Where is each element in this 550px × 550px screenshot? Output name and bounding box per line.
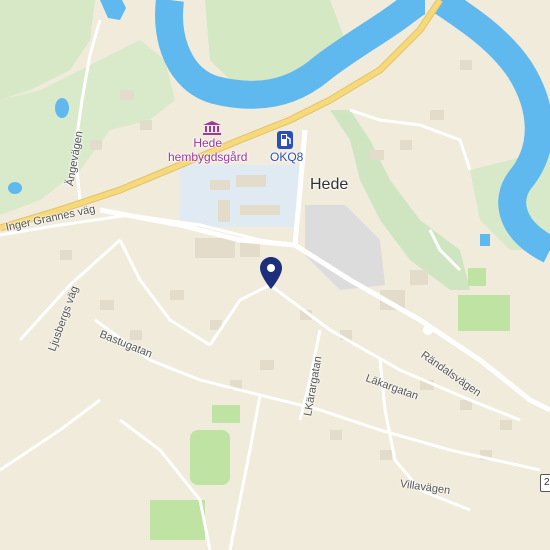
map-canvas[interactable]: Hede hembygdsgård OKQ8 Hede Inger Granne… [0,0,550,550]
park-area [468,268,486,286]
pond [8,182,22,194]
museum-label-line1: Hede [193,136,223,150]
sports-field [458,295,510,331]
sports-field [190,430,230,485]
school-area [180,165,300,227]
place-label-hede[interactable]: Hede [310,176,348,194]
roundabout [423,325,433,335]
sports-field [150,500,205,540]
museum-label[interactable]: Hede hembygdsgård [168,136,247,164]
fuel-station-label[interactable]: OKQ8 [270,151,303,163]
location-pin-icon[interactable] [259,256,283,295]
museum-label-line2: hembygdsgård [168,150,248,164]
pond [55,98,69,118]
park-area [212,405,240,423]
pond [480,234,490,246]
route-shield: 2 [540,474,550,492]
